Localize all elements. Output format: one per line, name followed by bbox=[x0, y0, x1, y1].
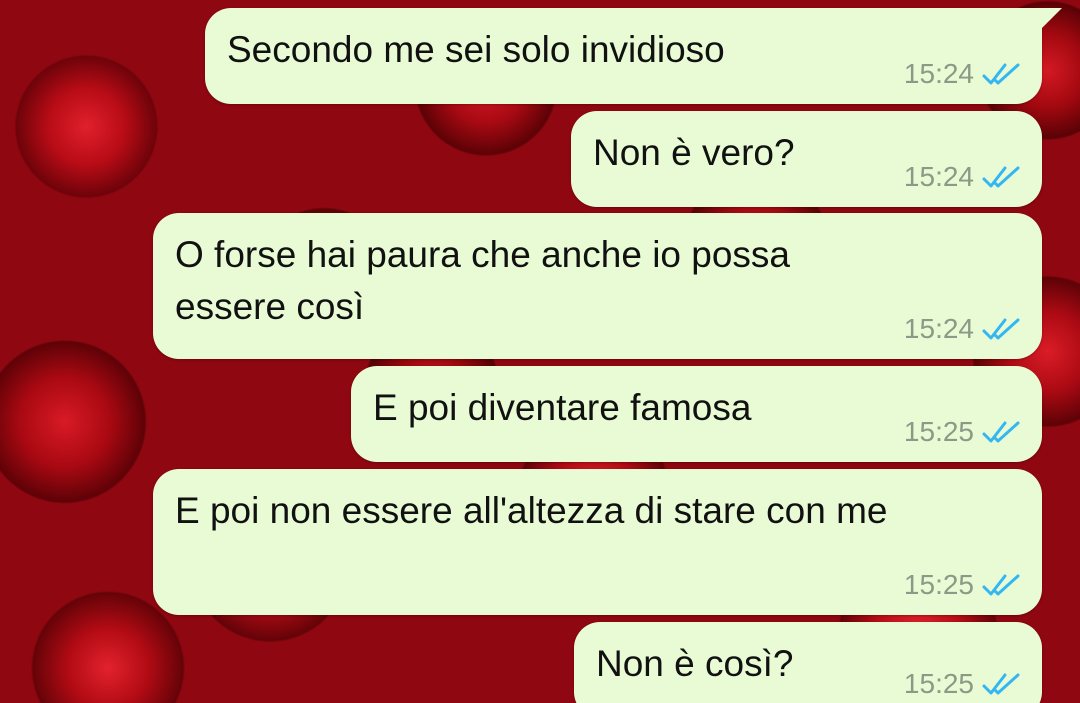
double-check-read-icon bbox=[982, 421, 1020, 443]
message-time: 15:25 bbox=[903, 668, 974, 699]
message-meta: 15:25 bbox=[904, 416, 1022, 448]
message-meta: 15:25 bbox=[904, 569, 1022, 601]
message-bubble[interactable]: Secondo me sei solo invidioso 15:24 bbox=[205, 8, 1062, 104]
double-check-read-icon bbox=[982, 63, 1020, 85]
message-bubble[interactable]: Non è così? 15:25 bbox=[574, 622, 1042, 703]
message-text: Secondo me sei solo invidioso bbox=[227, 29, 725, 70]
message-meta: 15:24 bbox=[904, 161, 1022, 193]
message-bubble[interactable]: E poi non essere all'altezza di stare co… bbox=[153, 469, 1042, 615]
message-time: 15:24 bbox=[903, 58, 974, 89]
message-bubble[interactable]: O forse hai paura che anche io possa ess… bbox=[153, 213, 1042, 359]
message-bubble[interactable]: Non è vero? 15:24 bbox=[571, 111, 1042, 207]
double-check-read-icon bbox=[982, 166, 1020, 188]
message-meta: 15:25 bbox=[904, 668, 1022, 700]
message-meta: 15:24 bbox=[904, 313, 1022, 345]
double-check-read-icon bbox=[982, 318, 1020, 340]
double-check-read-icon bbox=[982, 574, 1020, 596]
message-time: 15:24 bbox=[903, 161, 974, 192]
message-text: E poi non essere all'altezza di stare co… bbox=[175, 490, 888, 531]
message-time: 15:24 bbox=[903, 313, 974, 344]
message-text: Non è così? bbox=[596, 643, 794, 684]
message-text: E poi diventare famosa bbox=[373, 387, 752, 428]
double-check-read-icon bbox=[982, 673, 1020, 695]
message-meta: 15:24 bbox=[904, 58, 1022, 90]
message-text: O forse hai paura che anche io possa ess… bbox=[175, 234, 790, 327]
chat-wallpaper: Secondo me sei solo invidioso 15:24 Non … bbox=[0, 0, 1080, 703]
message-time: 15:25 bbox=[903, 569, 974, 600]
message-text: Non è vero? bbox=[593, 132, 795, 173]
message-time: 15:25 bbox=[903, 416, 974, 447]
message-bubble[interactable]: E poi diventare famosa 15:25 bbox=[351, 366, 1042, 462]
